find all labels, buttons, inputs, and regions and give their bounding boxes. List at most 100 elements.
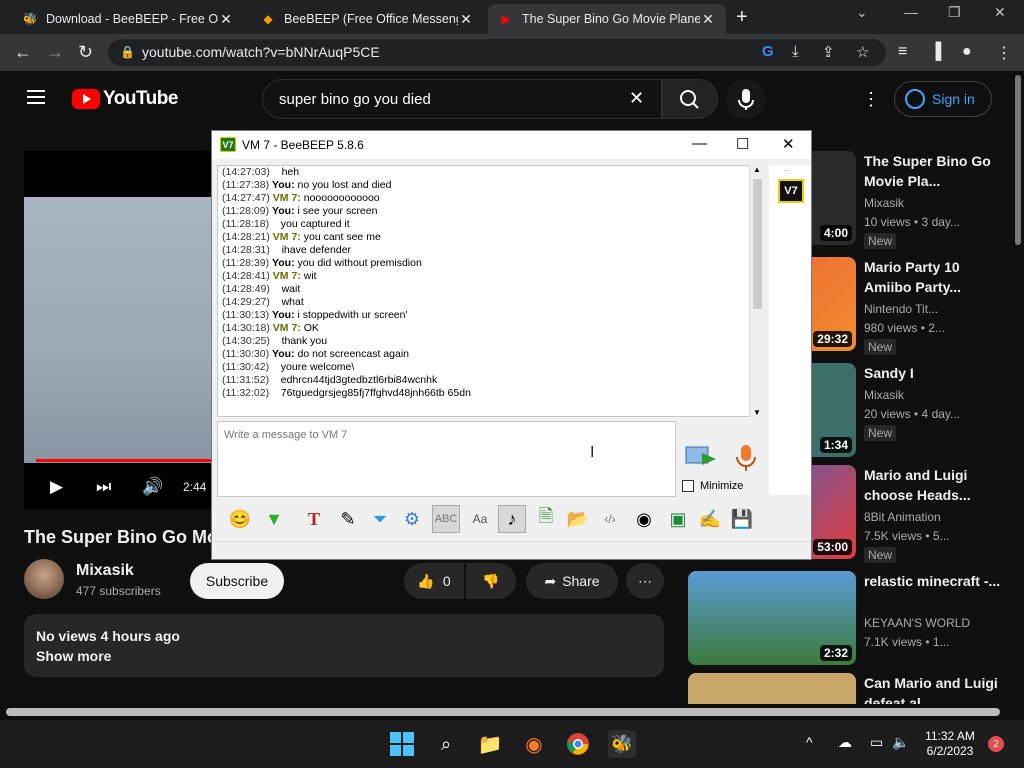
profile-icon[interactable]: ● [962,43,972,61]
next-icon[interactable]: ⏭ [96,477,111,497]
reload-icon[interactable]: ↻ [78,42,93,63]
browser-menu-icon[interactable]: ⋮ [996,43,1012,63]
close-icon[interactable]: ✕ [700,11,716,28]
beebeep-title-bar[interactable]: V7 VM 7 - BeeBEEP 5.8.6 — ☐ ✕ [212,131,811,159]
maximize-icon[interactable]: ☐ [736,135,749,153]
hamburger-menu-icon[interactable] [27,90,45,104]
recommendation-title[interactable]: Mario and Luigi choose Heads... [864,465,1004,505]
new-tab-icon[interactable]: + [736,6,748,29]
youtube-logo[interactable]: YouTube [72,88,178,110]
channel-name[interactable]: Mixasik [76,562,134,580]
clear-search-icon[interactable]: ✕ [629,88,644,109]
screenshot-icon[interactable]: ◉ [630,505,658,533]
recommendation-item[interactable]: 2:32 relastic minecraft -... KEYAAN'S WO… [688,571,1008,671]
sign-in-button[interactable]: Sign in [894,81,992,117]
send-folder-icon[interactable]: 📂 [564,505,592,533]
volume-icon[interactable]: 🔊 [142,477,163,497]
media-control-icon[interactable]: ≡ [898,43,907,61]
minimize-icon[interactable]: — [692,135,707,152]
save-chat-icon[interactable]: 💾 [728,505,756,533]
firefox-icon[interactable]: ◉ [520,730,548,758]
video-player[interactable]: ▶ ⏭ 🔊 2:44 [24,151,214,509]
show-hidden-icons-icon[interactable]: ^ [806,734,813,750]
recommendation-title[interactable]: Mario Party 10 Amiibo Party... [864,257,1004,297]
install-icon[interactable]: ⤓ [792,43,799,60]
search-query[interactable]: super bino go you died [279,91,431,108]
recommendation-title[interactable]: The Super Bino Go Movie Pla... [864,151,1004,191]
volume-icon[interactable]: 🔈 [892,734,909,751]
search-input[interactable]: super bino go you died ✕ [262,79,662,119]
close-icon[interactable]: ✕ [458,11,474,28]
close-window-icon[interactable]: ✕ [994,4,1006,21]
display-icon[interactable]: ▭ [870,734,883,751]
search-icon[interactable]: ⌕ [432,730,460,758]
more-actions-button[interactable]: ⋯ [626,563,664,599]
search-button[interactable] [662,79,718,119]
video-thumbnail[interactable]: 2:32 [688,571,856,665]
video-frame[interactable] [24,197,214,463]
spellcheck-icon[interactable]: ABC [432,505,460,533]
filter-icon[interactable]: ⏷ [366,505,394,533]
chat-history[interactable]: (14:27:03) heh (11:27:38) You: no you los… [217,165,764,417]
video-progress-bar[interactable] [36,459,214,462]
bookmark-star-icon[interactable]: ☆ [856,43,869,61]
google-icon[interactable]: G [762,43,774,60]
page-scrollbar[interactable] [1012,71,1024,711]
scroll-down-icon[interactable]: ▼ [753,408,761,417]
close-icon[interactable]: ✕ [782,135,795,153]
start-button[interactable] [388,730,416,758]
scroll-up-icon[interactable]: ▲ [753,165,761,174]
drag-grip-icon[interactable]: ⋯ [783,165,792,176]
text-style-icon[interactable]: Aa [466,505,494,533]
show-more-link[interactable]: Show more [36,648,111,664]
play-icon[interactable]: ▶ [50,477,63,497]
checkbox-box[interactable] [682,480,694,492]
scrollbar-thumb[interactable] [1015,75,1021,245]
minimize-checkbox[interactable]: Minimize [682,480,743,492]
system-clock[interactable]: 11:32 AM 6/2/2023 [920,729,980,759]
chrome-icon[interactable] [564,730,592,758]
forward-icon[interactable]: → [46,42,64,63]
settings-gear-icon[interactable]: ⚙ [398,505,426,533]
send-file-icon[interactable]: 🗎 [532,505,560,533]
font-icon[interactable]: T [300,505,328,533]
notification-badge[interactable]: 2 [988,736,1004,752]
lock-icon[interactable]: 🔒 [120,45,135,59]
restore-window-icon[interactable]: ❐ [948,4,961,21]
send-button[interactable] [684,443,718,471]
browser-tab-beebeep-site[interactable]: ◆ BeeBEEP (Free Office Messenger) ✕ [250,4,484,34]
horizontal-scrollbar[interactable] [0,704,1024,718]
dislike-button[interactable]: 👎 [466,563,516,599]
share-icon[interactable]: ⇪ [822,43,835,61]
minimize-window-icon[interactable]: — [904,4,918,20]
code-icon[interactable]: ‹/› [596,505,624,533]
color-picker-icon[interactable]: ✎ [334,505,362,533]
tab-search-icon[interactable]: ⌄ [856,4,868,21]
horizontal-scrollbar-thumb[interactable] [6,708,1000,716]
url-text[interactable]: youtube.com/watch?v=bNNrAuqP5CE [142,44,380,60]
notes-icon[interactable]: ✍ [696,505,724,533]
network-icon[interactable]: ☁ [838,734,852,751]
back-icon[interactable]: ← [14,42,32,63]
share-button[interactable]: ➦ Share [526,563,618,599]
recommendation-title[interactable]: relastic minecraft -... [864,571,1004,591]
voice-search-button[interactable] [726,79,766,119]
terminal-icon[interactable]: ▣ [664,505,692,533]
browser-tab-youtube[interactable]: ▶ The Super Bino Go Movie Plane C ✕ [488,4,726,34]
browser-tab-beebeep-download[interactable]: 🐝 Download - BeeBEEP - Free Offic ✕ [12,4,244,34]
address-bar[interactable]: 🔒 youtube.com/watch?v=bNNrAuqP5CE G ⤓ ⇪ … [108,39,886,66]
channel-avatar[interactable] [24,559,64,599]
message-input[interactable]: Write a message to VM 7 I [217,421,676,497]
side-panel-icon[interactable]: ▐ [930,43,941,61]
scrollbar-thumb[interactable] [753,179,762,309]
recommendation-title[interactable]: Sandy I [864,363,1004,383]
beebeep-taskbar-icon[interactable]: 🐝 [608,730,636,758]
like-button[interactable]: 👍 0 [404,563,464,599]
user-avatar[interactable]: V7 [778,179,804,203]
file-explorer-icon[interactable]: 📁 [476,730,504,758]
more-options-icon[interactable]: ⋮ [862,89,880,110]
green-arrow-icon[interactable]: ▼ [260,505,288,533]
subscribe-button[interactable]: Subscribe [190,563,284,599]
chat-scrollbar[interactable]: ▲ ▼ [749,165,764,417]
voice-message-button[interactable] [734,443,758,473]
